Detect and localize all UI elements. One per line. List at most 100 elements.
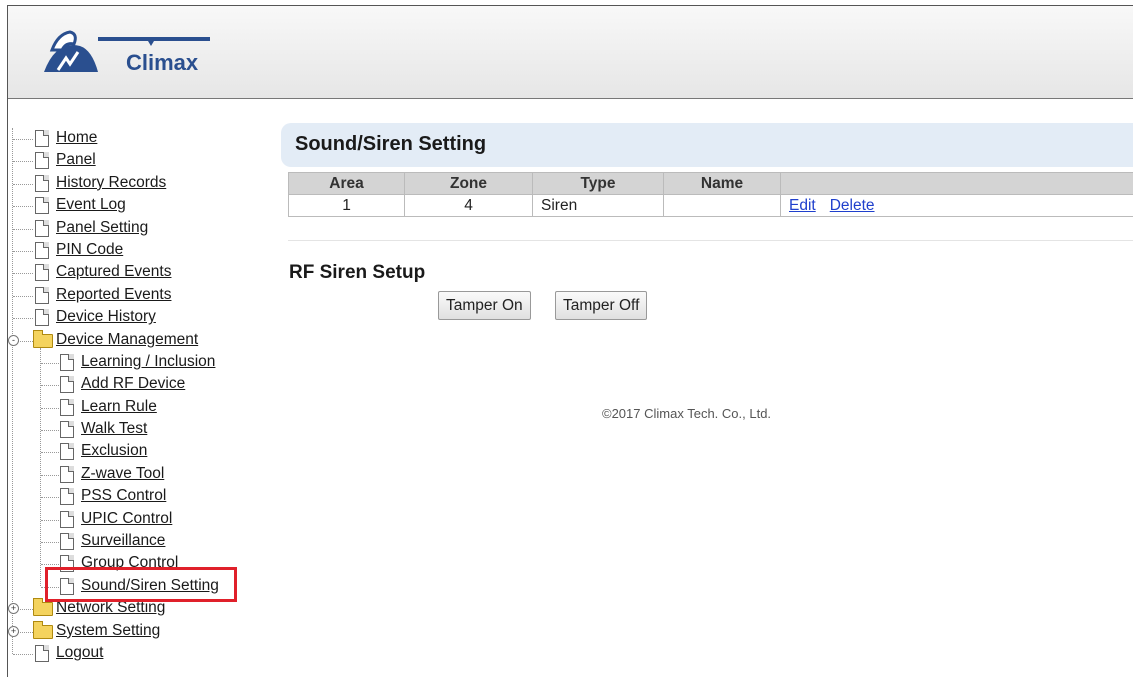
cell-name	[663, 194, 781, 217]
delete-link[interactable]: Delete	[830, 197, 875, 214]
sidebar-item-pss-control[interactable]: PSS Control	[8, 486, 258, 508]
tree-connector	[13, 318, 33, 320]
sidebar-item-label[interactable]: PSS Control	[81, 486, 166, 506]
sidebar-item-history-records[interactable]: History Records	[8, 173, 258, 195]
sidebar-item-label[interactable]: Event Log	[56, 195, 126, 215]
document-icon	[35, 241, 49, 259]
tree-connector	[41, 519, 59, 521]
document-icon	[60, 421, 74, 439]
tree-connector	[13, 653, 33, 655]
sidebar-item-system-setting[interactable]: + System Setting	[8, 620, 258, 643]
sidebar-item-label[interactable]: Logout	[56, 643, 103, 663]
tree-connector	[41, 497, 59, 499]
document-icon	[35, 197, 49, 215]
edit-link[interactable]: Edit	[789, 197, 816, 214]
document-icon	[60, 488, 74, 506]
cell-zone: 4	[404, 194, 533, 217]
tree-connector	[41, 362, 59, 364]
document-icon	[60, 465, 74, 483]
page-title: Sound/Siren Setting	[295, 133, 487, 155]
sidebar-item-label[interactable]: Learning / Inclusion	[81, 352, 215, 372]
climax-logo: Climax	[36, 20, 226, 84]
sidebar-item-home[interactable]: Home	[8, 128, 258, 150]
document-icon	[35, 174, 49, 192]
sidebar-item-learning-inclusion[interactable]: Learning / Inclusion	[8, 352, 258, 374]
expand-icon[interactable]: +	[8, 625, 19, 637]
sidebar-item-label[interactable]: Device History	[56, 307, 156, 327]
table-row: 1 4 Siren Edit Delete	[288, 194, 1133, 217]
sidebar-item-captured-events[interactable]: Captured Events	[8, 262, 258, 284]
tree-connector	[41, 452, 59, 454]
cell-actions: Edit Delete	[780, 194, 1133, 217]
sidebar-item-label[interactable]: PIN Code	[56, 240, 123, 260]
sidebar-item-learn-rule[interactable]: Learn Rule	[8, 397, 258, 419]
sidebar-item-upic-control[interactable]: UPIC Control	[8, 509, 258, 531]
sidebar-item-label[interactable]: Surveillance	[81, 531, 165, 551]
sidebar-item-label[interactable]: System Setting	[56, 621, 160, 641]
sidebar-item-device-history[interactable]: Device History	[8, 307, 258, 329]
sidebar-item-label[interactable]: Reported Events	[56, 285, 171, 305]
tree-connector	[13, 273, 33, 275]
tamper-on-button[interactable]: Tamper On	[438, 291, 531, 320]
sidebar-item-label[interactable]: History Records	[56, 173, 166, 193]
column-header-zone: Zone	[404, 172, 533, 195]
sidebar-item-label[interactable]: Device Management	[56, 330, 198, 350]
expand-icon[interactable]: +	[8, 603, 19, 615]
sidebar-item-panel-setting[interactable]: Panel Setting	[8, 218, 258, 240]
folder-icon	[33, 598, 53, 617]
sidebar-item-add-rf-device[interactable]: Add RF Device	[8, 374, 258, 396]
siren-table: Area Zone Type Name 1 4 Siren Edit Delete	[288, 172, 1133, 217]
sidebar-item-label[interactable]: Exclusion	[81, 441, 147, 461]
tree-connector	[13, 161, 33, 163]
document-icon	[35, 309, 49, 327]
sidebar-item-label[interactable]: Panel Setting	[56, 218, 148, 238]
sidebar-item-label[interactable]: Captured Events	[56, 262, 171, 282]
page-title-bar: Sound/Siren Setting	[281, 123, 1133, 167]
sidebar-item-z-wave-tool[interactable]: Z-wave Tool	[8, 464, 258, 486]
logo-text: Climax	[126, 50, 199, 75]
sidebar-item-label[interactable]: UPIC Control	[81, 509, 172, 529]
sidebar-item-exclusion[interactable]: Exclusion	[8, 441, 258, 463]
sidebar-item-label[interactable]: Home	[56, 128, 97, 148]
sidebar-item-device-management[interactable]: - Device Management	[8, 329, 258, 352]
cell-type: Siren	[532, 194, 664, 217]
tree-connector	[41, 474, 59, 476]
sidebar-item-logout[interactable]: Logout	[8, 643, 258, 665]
tree-connector	[41, 542, 59, 544]
sidebar-item-surveillance[interactable]: Surveillance	[8, 531, 258, 553]
sidebar-item-panel[interactable]: Panel	[8, 150, 258, 172]
document-icon	[35, 644, 49, 662]
tamper-off-button[interactable]: Tamper Off	[555, 291, 648, 320]
sidebar-item-reported-events[interactable]: Reported Events	[8, 285, 258, 307]
tree-connector	[13, 250, 33, 252]
collapse-icon[interactable]: -	[8, 334, 19, 346]
tree-connector	[13, 139, 33, 140]
document-icon	[35, 286, 49, 304]
document-icon	[60, 443, 74, 461]
tree-connector	[41, 385, 59, 387]
sidebar-item-walk-test[interactable]: Walk Test	[8, 419, 258, 441]
column-header-name: Name	[663, 172, 781, 195]
section-divider	[288, 240, 1133, 241]
column-header-actions	[780, 172, 1133, 195]
document-icon	[35, 219, 49, 237]
document-icon	[60, 353, 74, 371]
document-icon	[60, 398, 74, 416]
sidebar-item-pin-code[interactable]: PIN Code	[8, 240, 258, 262]
column-header-area: Area	[288, 172, 405, 195]
sidebar-item-label[interactable]: Z-wave Tool	[81, 464, 164, 484]
document-icon	[35, 152, 49, 170]
sidebar-item-label[interactable]: Learn Rule	[81, 397, 157, 417]
sidebar-item-label[interactable]: Walk Test	[81, 419, 147, 439]
tree-connector	[41, 564, 59, 566]
table-header-row: Area Zone Type Name	[288, 172, 1133, 195]
column-header-type: Type	[532, 172, 664, 195]
sidebar-item-label[interactable]: Add RF Device	[81, 374, 185, 394]
document-icon	[35, 130, 49, 147]
document-icon	[35, 264, 49, 282]
sidebar-item-event-log[interactable]: Event Log	[8, 195, 258, 217]
tree-connector	[41, 430, 59, 432]
sidebar-item-label[interactable]: Panel	[56, 150, 96, 170]
rf-siren-setup-title: RF Siren Setup	[289, 262, 426, 283]
document-icon	[60, 376, 74, 394]
